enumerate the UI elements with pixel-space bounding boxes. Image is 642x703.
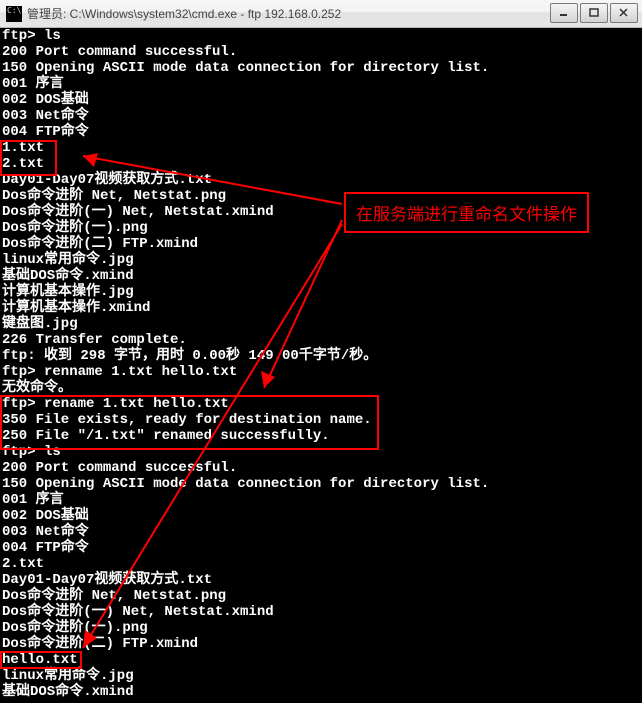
terminal-line: 计算机基本操作.xmind <box>2 300 638 316</box>
terminal-line: 004 FTP命令 <box>2 124 638 140</box>
terminal-line: 226 Transfer complete. <box>2 332 638 348</box>
terminal-line: 2.txt <box>2 556 638 572</box>
terminal-line: 200 Port command successful. <box>2 44 638 60</box>
terminal-line: Dos命令进阶 Net, Netstat.png <box>2 588 638 604</box>
terminal-line: Dos命令进阶(一) Net, Netstat.xmind <box>2 604 638 620</box>
terminal-line: Dos命令进阶(一).png <box>2 220 638 236</box>
terminal-line: ftp> ls <box>2 28 638 44</box>
terminal-line: 004 FTP命令 <box>2 540 638 556</box>
terminal-line: 键盘图.jpg <box>2 316 638 332</box>
terminal-line: ftp: 收到 298 字节，用时 0.00秒 149.00千字节/秒。 <box>2 348 638 364</box>
cmd-icon <box>6 6 22 22</box>
terminal-line: Dos命令进阶(二) FTP.xmind <box>2 636 638 652</box>
terminal-line: 250 File "/1.txt" renamed successfully. <box>2 428 638 444</box>
terminal-line: 003 Net命令 <box>2 524 638 540</box>
terminal-line: 001 序言 <box>2 76 638 92</box>
terminal-line: 2.txt <box>2 156 638 172</box>
terminal-line: ftp> renname 1.txt hello.txt <box>2 364 638 380</box>
window-titlebar: 管理员: C:\Windows\system32\cmd.exe - ftp 1… <box>0 0 642 28</box>
terminal-line: Day01-Day07视频获取方式.txt <box>2 172 638 188</box>
terminal-line: 基础DOS命令.xmind <box>2 684 638 700</box>
terminal-line: 基础DOS命令.xmind <box>2 268 638 284</box>
terminal-line: hello.txt <box>2 652 638 668</box>
terminal-line: 002 DOS基础 <box>2 508 638 524</box>
maximize-button[interactable] <box>580 3 608 23</box>
terminal-line: 无效命令。 <box>2 380 638 396</box>
terminal-line: Dos命令进阶 Net, Netstat.png <box>2 188 638 204</box>
window-buttons <box>550 3 638 23</box>
terminal-line: 003 Net命令 <box>2 108 638 124</box>
terminal-line: Dos命令进阶(一).png <box>2 620 638 636</box>
terminal-line: Day01-Day07视频获取方式.txt <box>2 572 638 588</box>
terminal-line: 150 Opening ASCII mode data connection f… <box>2 476 638 492</box>
close-button[interactable] <box>610 3 638 23</box>
terminal-line: 200 Port command successful. <box>2 460 638 476</box>
terminal-line: 计算机基本操作.jpg <box>2 284 638 300</box>
terminal-line: 350 File exists, ready for destination n… <box>2 412 638 428</box>
terminal-line: 1.txt <box>2 140 638 156</box>
terminal-line: 002 DOS基础 <box>2 92 638 108</box>
window-title: 管理员: C:\Windows\system32\cmd.exe - ftp 1… <box>27 5 341 22</box>
terminal-line: linux常用命令.jpg <box>2 252 638 268</box>
terminal-line: ftp> rename 1.txt hello.txt <box>2 396 638 412</box>
terminal-line: 150 Opening ASCII mode data connection f… <box>2 60 638 76</box>
terminal-output[interactable]: ftp> ls200 Port command successful.150 O… <box>0 28 642 703</box>
terminal-line: ftp> ls <box>2 444 638 460</box>
terminal-line: Dos命令进阶(一) Net, Netstat.xmind <box>2 204 638 220</box>
terminal-line: Dos命令进阶(二) FTP.xmind <box>2 236 638 252</box>
terminal-line: 001 序言 <box>2 492 638 508</box>
terminal-line: linux常用命令.jpg <box>2 668 638 684</box>
minimize-button[interactable] <box>550 3 578 23</box>
